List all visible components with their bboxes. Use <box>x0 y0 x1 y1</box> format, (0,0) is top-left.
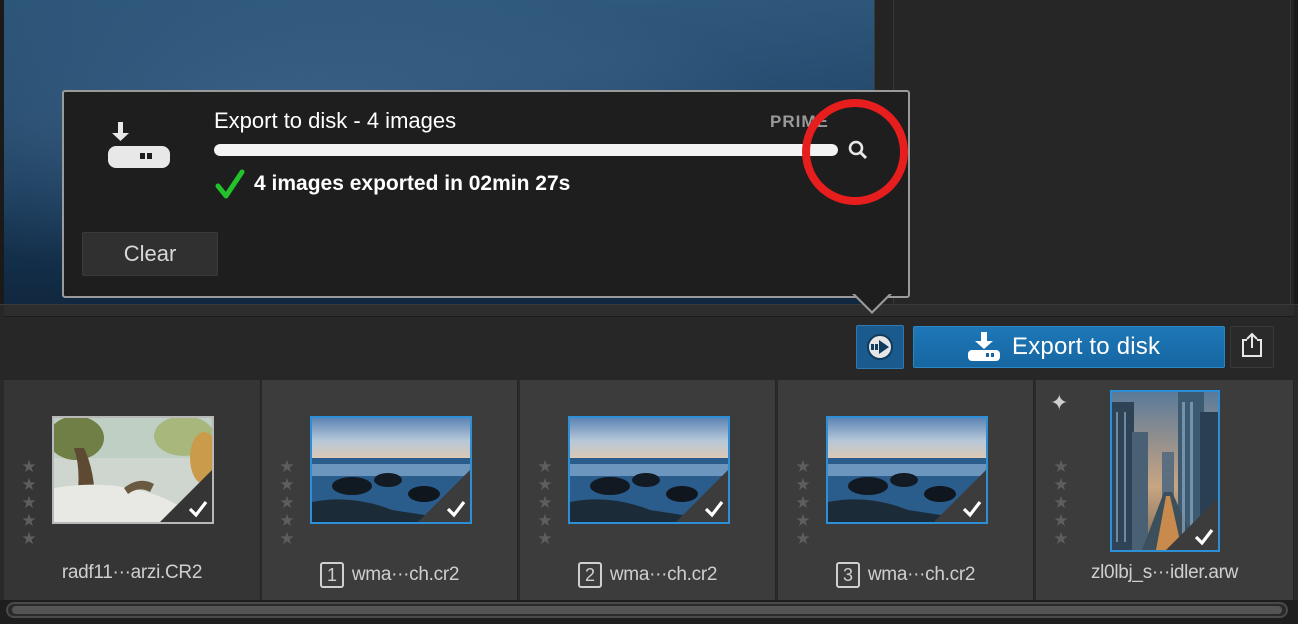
scrollbar-thumb[interactable] <box>12 606 1282 614</box>
checkmark-icon <box>1194 529 1214 546</box>
export-button-label: Export to disk <box>1012 333 1161 360</box>
checkmark-icon <box>704 501 724 518</box>
filename-label: 2 wma···ch.cr2 <box>520 562 775 588</box>
filmstrip: ★ ★ ★ ★ ★ radf11···arzi.CR2 ★ ★ ★ ★ ★ 1 … <box>0 380 1298 600</box>
filename-label: radf11···arzi.CR2 <box>4 562 260 584</box>
version-badge: 2 <box>577 562 602 588</box>
thumbnail-image <box>1110 390 1220 552</box>
export-to-disk-button[interactable]: Export to disk <box>913 326 1225 368</box>
download-disk-icon <box>108 122 170 168</box>
filename-text: wma···ch.cr2 <box>351 564 460 585</box>
share-icon <box>1241 332 1263 363</box>
filename-label: 3 wma···ch.cr2 <box>778 562 1033 588</box>
checkmark-icon <box>446 501 466 518</box>
side-panel-inner <box>893 0 1291 304</box>
sparkle-icon: ✦ <box>1050 390 1069 415</box>
rating-stars[interactable]: ★ ★ ★ ★ ★ <box>278 458 296 548</box>
filename-text: zl0lbj_s···idler.arw <box>1090 562 1239 583</box>
checkmark-icon <box>188 501 208 518</box>
rating-stars[interactable]: ★ ★ ★ ★ ★ <box>20 458 38 548</box>
filmstrip-item[interactable]: ✦ ★ ★ ★ ★ ★ zl0lbj_s···idler.arw <box>1036 380 1294 600</box>
filmstrip-item[interactable]: ★ ★ ★ ★ ★ radf11···arzi.CR2 <box>4 380 261 600</box>
rating-stars[interactable]: ★ ★ ★ ★ ★ <box>1052 458 1070 548</box>
clear-button[interactable]: Clear <box>82 232 218 276</box>
filmstrip-scrollbar[interactable] <box>0 600 1298 624</box>
filename-text: wma···ch.cr2 <box>867 564 976 585</box>
export-title: Export to disk - 4 images <box>214 108 457 133</box>
toolbar-divider <box>4 305 1294 317</box>
thumbnail-image <box>568 416 730 524</box>
filename-label: zl0lbj_s···idler.arw <box>1036 562 1293 584</box>
annotation-circle <box>802 99 908 205</box>
rating-stars[interactable]: ★ ★ ★ ★ ★ <box>536 458 554 548</box>
version-badge: 3 <box>835 562 860 588</box>
filename-label: 1 wma···ch.cr2 <box>262 562 517 588</box>
rating-stars[interactable]: ★ ★ ★ ★ ★ <box>794 458 812 548</box>
activity-button[interactable] <box>856 325 904 369</box>
share-button[interactable] <box>1230 326 1274 368</box>
progress-fill <box>214 144 838 156</box>
side-panel <box>874 0 1294 304</box>
filmstrip-item[interactable]: ★ ★ ★ ★ ★ <box>520 380 776 600</box>
app-window: Export to disk ★ ★ ★ ★ ★ radf11···arzi.C… <box>0 0 1298 624</box>
version-badge: 1 <box>319 562 344 588</box>
success-checkmark-icon <box>215 169 245 199</box>
filename-text: wma···ch.cr2 <box>609 564 718 585</box>
export-progress-bar <box>214 144 838 156</box>
checkmark-icon <box>962 501 982 518</box>
thumbnail-image <box>52 416 214 524</box>
activity-arrow-icon <box>867 334 893 360</box>
scrollbar-track[interactable] <box>6 602 1288 618</box>
thumbnail-image <box>310 416 472 524</box>
download-disk-icon <box>966 332 1002 362</box>
export-status-text: 4 images exported in 02min 27s <box>254 172 571 195</box>
popover-pointer-fill <box>855 294 889 311</box>
filmstrip-item[interactable]: ★ ★ ★ ★ ★ <box>778 380 1034 600</box>
filmstrip-item[interactable]: ★ ★ ★ ★ ★ <box>262 380 518 600</box>
thumbnail-image <box>826 416 988 524</box>
export-progress-popover: Export to disk - 4 images PRIME 4 images… <box>62 90 910 298</box>
filename-text: radf11···arzi.CR2 <box>61 562 203 583</box>
